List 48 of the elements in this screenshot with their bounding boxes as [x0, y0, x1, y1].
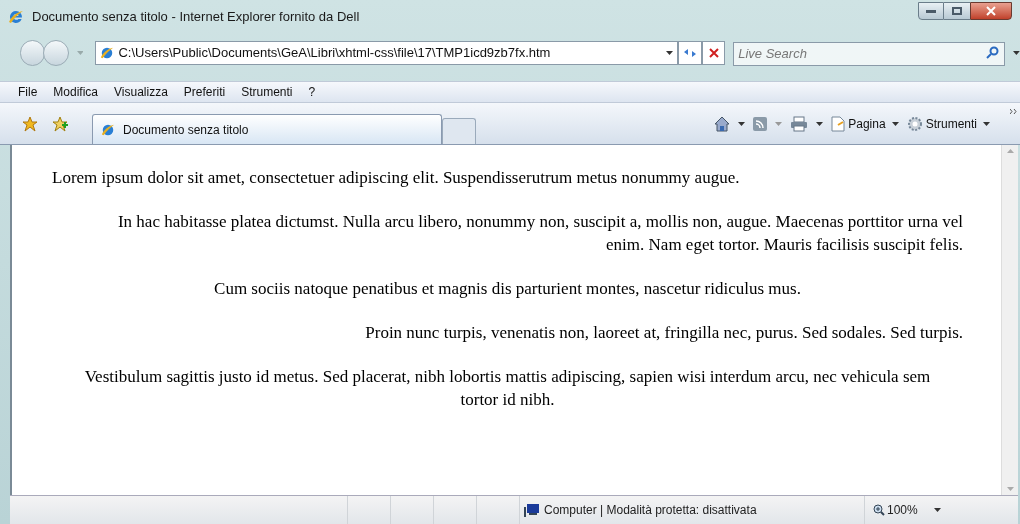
caret-icon[interactable]: [816, 121, 824, 126]
home-icon[interactable]: [714, 115, 731, 132]
search-icon[interactable]: [986, 46, 1000, 59]
close-icon: [708, 48, 719, 58]
refresh-icon: [683, 48, 698, 58]
caret-icon: [983, 121, 990, 126]
add-star-icon[interactable]: [52, 115, 68, 132]
toolbar-menu-button[interactable]: Strumenti: [906, 114, 990, 133]
menu-item[interactable]: Visualizza: [114, 83, 168, 101]
printer-icon[interactable]: [790, 115, 809, 132]
paragraph: Lorem ipsum dolor sit amet, consectetuer adipiscing elit. Suspendisserutrum metus nonummy augue.: [52, 167, 741, 189]
paragraph: Cum sociis natoque penatibus et magnis dis parturient montes, nascetur ridiculus mus.: [213, 278, 802, 300]
paragraph: Vestibulum sagittis justo id metus. Sed placerat, nibh lobortis mattis adipiscing, sapien wisi interdum arcu, nec vehicula sem tortor id nibh.: [83, 366, 932, 411]
caret-icon[interactable]: [1013, 51, 1020, 55]
maximize-button[interactable]: [944, 2, 970, 20]
paragraph: In hac habitasse platea dictumst. Nulla arcu libero, nonummy non, suscipit a, mollis non, augue. Maecenas porttitor urna vel enim. Nam eget tortor. Mauris facilisis suscipit felis.: [116, 211, 963, 256]
caret-icon[interactable]: [666, 51, 674, 55]
minimize-button[interactable]: [918, 2, 944, 20]
page-icon: [100, 46, 115, 60]
zoom-icon: [873, 504, 885, 516]
chevron-icon[interactable]: [1010, 109, 1017, 114]
toolbar-menu-button[interactable]: Pagina: [831, 114, 899, 133]
search-field[interactable]: Live Search: [733, 41, 1006, 66]
star-icon[interactable]: [22, 115, 38, 132]
address-field[interactable]: C:\Users\Public\Documents\GeA\Libri\xhtml-css\file\17\TMP1icd9zb7fx.htm: [95, 41, 679, 65]
refresh-button[interactable]: [678, 41, 702, 65]
close-button[interactable]: [970, 2, 1012, 20]
paragraph: Proin nunc turpis, venenatis non, laoreet at, fringilla nec, purus. Sed sodales. Sed turpis.: [364, 322, 963, 344]
page-icon: [101, 122, 115, 137]
menu-item[interactable]: Modifica: [53, 83, 99, 101]
caret-icon: [891, 121, 899, 126]
browser-logo-icon: [8, 8, 24, 25]
menu-item[interactable]: File: [18, 83, 38, 101]
gear-icon: [906, 115, 923, 132]
menu-item[interactable]: Strumenti: [241, 83, 293, 101]
security-zone: Computer | Modalità protetta: disattivata: [544, 502, 757, 519]
caret-icon[interactable]: [933, 508, 941, 512]
monitor-icon: [524, 503, 540, 517]
tab[interactable]: Documento senza titolo: [92, 114, 442, 144]
zoom-level[interactable]: 100%: [887, 501, 918, 519]
feed-icon[interactable]: [753, 116, 768, 131]
close-icon: [986, 6, 996, 16]
caret-icon[interactable]: [738, 121, 746, 126]
window-title: Documento senza titolo - Internet Explorer fornito da Dell: [32, 7, 360, 26]
page-icon: [831, 115, 846, 132]
stop-button[interactable]: [701, 41, 726, 65]
menu-item[interactable]: Preferiti: [183, 83, 226, 101]
menu-item[interactable]: ?: [308, 83, 316, 101]
